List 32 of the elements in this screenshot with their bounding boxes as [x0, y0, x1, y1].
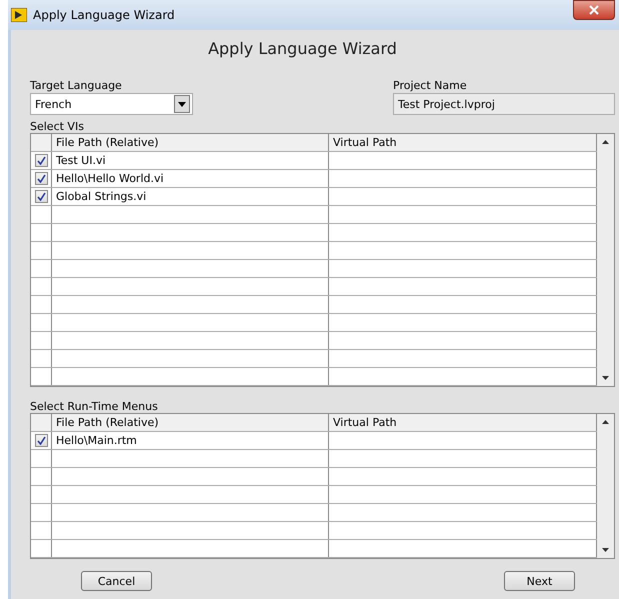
section-label: Select Run-Time Menus — [30, 400, 158, 413]
column-header[interactable]: Virtual Path — [333, 416, 397, 429]
cancel-button[interactable]: Cancel — [81, 571, 152, 591]
field-label: Project Name — [393, 79, 467, 92]
checkbox[interactable] — [34, 434, 48, 447]
field-label: Target Language — [30, 79, 122, 92]
close-button[interactable] — [573, 0, 615, 20]
window-title: Apply Language Wizard — [33, 8, 175, 22]
column-header[interactable]: File Path (Relative) — [56, 136, 159, 149]
app-icon — [11, 8, 27, 22]
project-name-field: Test Project.lvproj — [393, 93, 615, 115]
close-icon — [589, 5, 599, 15]
scrollbar[interactable] — [597, 134, 614, 386]
checkbox[interactable] — [34, 154, 48, 167]
column-header[interactable]: Virtual Path — [333, 136, 397, 149]
file-path-cell: Hello\Main.rtm — [56, 434, 137, 447]
file-path-cell: Global Strings.vi — [56, 190, 146, 203]
section-label: Select VIs — [30, 120, 84, 133]
file-path-cell: Hello\Hello World.vi — [56, 172, 164, 185]
scroll-up-icon — [602, 420, 609, 424]
next-button[interactable]: Next — [504, 571, 575, 591]
scrollbar[interactable] — [597, 414, 614, 558]
checkbox[interactable] — [34, 190, 48, 203]
scroll-up-icon — [602, 140, 609, 144]
scroll-down-icon — [602, 548, 609, 552]
column-header[interactable]: File Path (Relative) — [56, 416, 159, 429]
language-dropdown[interactable]: French — [30, 93, 193, 115]
checkbox[interactable] — [34, 172, 48, 185]
file-path-cell: Test UI.vi — [56, 154, 106, 167]
wizard-heading: Apply Language Wizard — [207, 39, 398, 58]
dropdown-arrow-icon — [178, 102, 186, 106]
scroll-down-icon — [602, 376, 609, 380]
